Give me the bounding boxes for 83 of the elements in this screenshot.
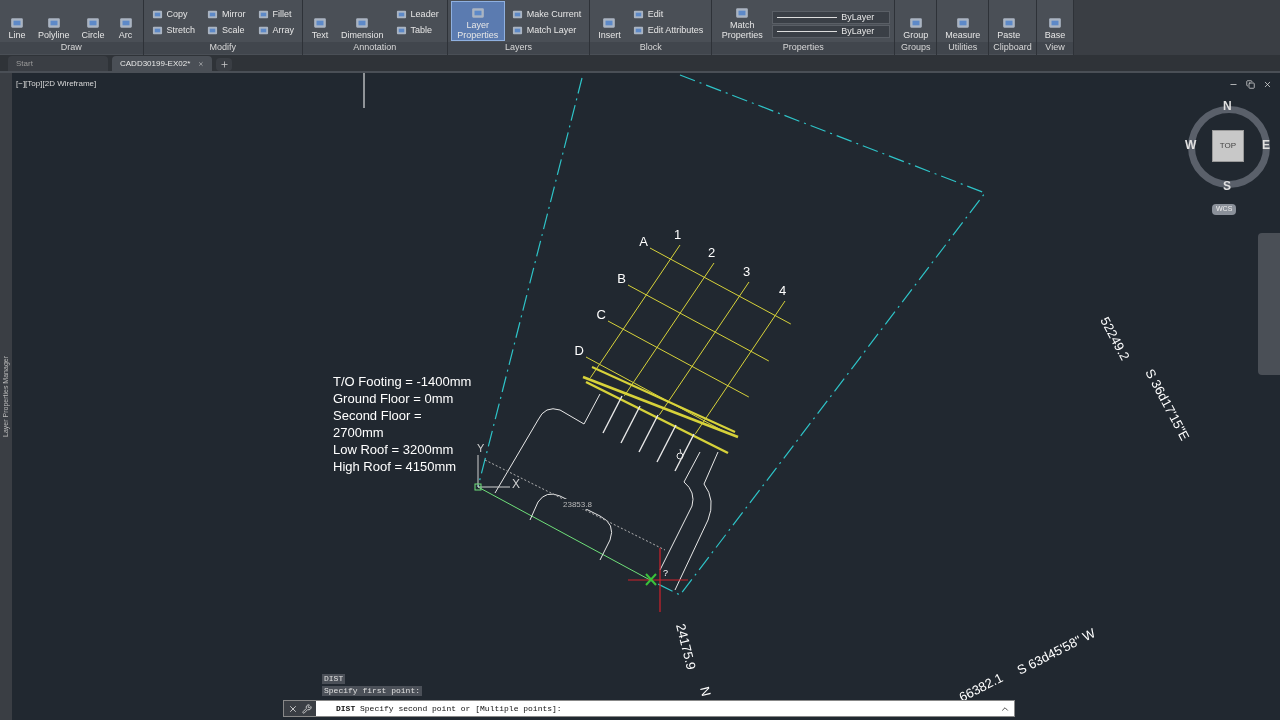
- ribbon-tool-button[interactable]: Edit: [628, 7, 708, 22]
- ribbon-tool-button[interactable]: Circle: [77, 2, 109, 40]
- panel-title[interactable]: Modify: [143, 42, 303, 54]
- viewcube-face[interactable]: TOP: [1212, 130, 1244, 162]
- tool-icon: [632, 9, 644, 20]
- ribbon-tool-button[interactable]: Match Layer: [507, 23, 586, 38]
- panel-title[interactable]: Clipboard: [989, 42, 1036, 54]
- level-notes: T/O Footing = -1400mm Ground Floor = 0mm Second Floor = 2700mm Low Roof = 3200mm High Roof = 4150mm: [333, 373, 472, 475]
- grid-label: C: [596, 307, 606, 322]
- grid-label: 4: [779, 283, 787, 298]
- measurement-value: 23853.8: [563, 500, 592, 509]
- ribbon-tool-button[interactable]: Edit Attributes: [628, 23, 708, 38]
- survey-annotation: N: [697, 685, 714, 698]
- ribbon-tool-button[interactable]: Stretch: [147, 23, 200, 38]
- ribbon-tool-button[interactable]: Text: [307, 2, 334, 40]
- grid-label: 2: [708, 245, 716, 260]
- tool-icon: [257, 9, 269, 20]
- panel-title[interactable]: Layers: [447, 42, 590, 54]
- compass-label: S: [1223, 180, 1231, 193]
- tool-icon: [8, 16, 26, 30]
- panel-title[interactable]: Groups: [895, 42, 937, 54]
- ribbon-tool-button[interactable]: Leader: [391, 7, 443, 22]
- ribbon-tool-button[interactable]: Array: [253, 23, 299, 38]
- compass-label: W: [1185, 139, 1197, 152]
- viewport-controls[interactable]: [−][Top][2D Wireframe]: [16, 78, 97, 90]
- tool-icon: [511, 9, 523, 20]
- grid-label: A: [639, 234, 648, 249]
- ribbon-tool-button[interactable]: Polyline: [34, 2, 74, 40]
- compass-label: E: [1262, 139, 1270, 152]
- wrench-icon[interactable]: [302, 703, 312, 714]
- ribbon-tool-button[interactable]: Measure: [941, 2, 985, 40]
- crosshair-cursor: [627, 547, 689, 613]
- tool-icon: [151, 25, 163, 36]
- ribbon-tool-button[interactable]: Match Properties: [716, 2, 769, 40]
- tool-icon: [511, 25, 523, 36]
- tool-icon: [395, 25, 407, 36]
- cursor-hint-label: ?: [663, 568, 668, 578]
- panel-title[interactable]: Draw: [0, 42, 143, 54]
- ribbon-tool-button[interactable]: Paste: [993, 2, 1025, 40]
- panel-title[interactable]: View: [1036, 42, 1074, 54]
- ucs-axis-label: Y: [477, 442, 485, 454]
- ribbon-tool-button[interactable]: Make Current: [507, 7, 586, 22]
- grid-label: B: [617, 271, 626, 286]
- panel-title[interactable]: Utilities: [937, 42, 989, 54]
- ribbon-tool-button[interactable]: Dimension: [337, 2, 388, 40]
- ribbon-tool-button[interactable]: Scale: [203, 23, 250, 38]
- survey-annotation: 24175.9: [673, 622, 699, 672]
- ribbon-tool-button[interactable]: Copy: [147, 7, 200, 22]
- grid-label: 1: [674, 227, 682, 242]
- close-icon[interactable]: [288, 703, 298, 714]
- ribbon-tool-button[interactable]: Fillet: [253, 7, 299, 22]
- tool-icon: [632, 25, 644, 36]
- compass-label: N: [1223, 100, 1232, 113]
- property-dropdown[interactable]: ByLayer: [772, 25, 891, 38]
- panel-title[interactable]: Block: [590, 42, 712, 54]
- ucs-axis-label: X: [512, 477, 520, 491]
- ribbon-tool-button[interactable]: Arc: [112, 2, 139, 40]
- ribbon-tool-button[interactable]: Mirror: [203, 7, 250, 22]
- ucs-axes: [474, 454, 511, 491]
- tool-icon: [207, 25, 219, 36]
- grid-label: D: [574, 343, 584, 358]
- tool-icon: [395, 9, 407, 20]
- restore-icon[interactable]: [1246, 80, 1255, 89]
- ribbon-tool-button[interactable]: Base: [1040, 2, 1070, 40]
- panel-title[interactable]: Annotation: [303, 42, 447, 54]
- ribbon-tool-button[interactable]: Layer Properties: [451, 2, 504, 40]
- tool-icon: [207, 9, 219, 20]
- accessibility-icon: [676, 448, 684, 460]
- panel-title[interactable]: Properties: [712, 42, 895, 54]
- close-icon[interactable]: [1263, 80, 1272, 89]
- ribbon-tool-button[interactable]: Insert: [594, 2, 625, 40]
- file-tab[interactable]: CADD30199-EX02*: [112, 56, 212, 71]
- tool-icon: [151, 9, 163, 20]
- tool-icon: [257, 25, 269, 36]
- ribbon-tool-button[interactable]: Table: [391, 23, 443, 38]
- ribbon-tool-button[interactable]: Group: [899, 2, 933, 40]
- property-dropdown[interactable]: ByLayer: [772, 11, 891, 24]
- grid-label: 3: [743, 264, 751, 279]
- file-tab[interactable]: Start: [8, 56, 108, 71]
- plus-icon: [219, 60, 229, 69]
- crosshair-line: [363, 73, 365, 109]
- new-tab-button[interactable]: [216, 58, 232, 71]
- ribbon-tool-button[interactable]: Line: [4, 2, 30, 40]
